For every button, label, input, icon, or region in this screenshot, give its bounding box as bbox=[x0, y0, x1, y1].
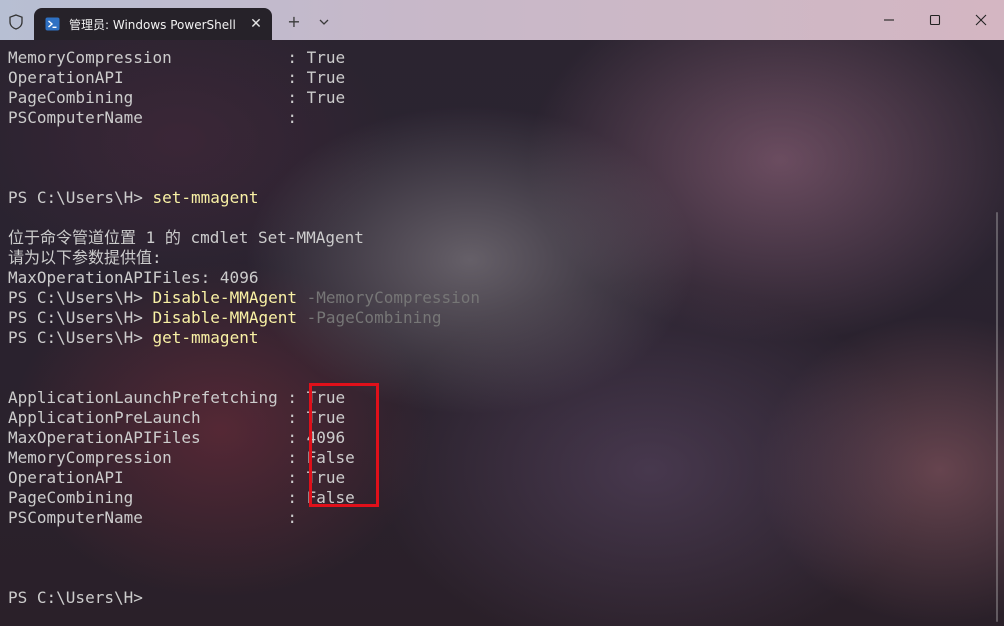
terminal-window: 管理员: Windows PowerShell ✕ + MemoryCompre… bbox=[0, 0, 1004, 626]
output-line: 请为以下参数提供值: bbox=[8, 248, 162, 267]
output-line: ApplicationLaunchPrefetching : True bbox=[8, 388, 346, 407]
minimize-button[interactable] bbox=[866, 0, 912, 40]
tab-close-button[interactable]: ✕ bbox=[246, 14, 266, 34]
output-line: PageCombining : True bbox=[8, 88, 346, 107]
prompt: PS C:\Users\H> bbox=[8, 288, 153, 307]
close-button[interactable] bbox=[958, 0, 1004, 40]
output-line: 位于命令管道位置 1 的 cmdlet Set-MMAgent bbox=[8, 228, 364, 247]
prompt-line[interactable]: PS C:\Users\H> bbox=[8, 588, 143, 608]
prompt: PS C:\Users\H> bbox=[8, 188, 153, 207]
terminal-output[interactable]: MemoryCompression : True OperationAPI : … bbox=[0, 40, 1004, 626]
maximize-button[interactable] bbox=[912, 0, 958, 40]
values-highlight-box bbox=[309, 383, 379, 507]
prompt: PS C:\Users\H> bbox=[8, 308, 153, 327]
prompt: PS C:\Users\H> bbox=[8, 328, 153, 347]
prompt-line: PS C:\Users\H> Disable-MMAgent -PageComb… bbox=[8, 308, 442, 328]
output-line: MemoryCompression : True bbox=[8, 48, 346, 67]
output-line: MemoryCompression : False bbox=[8, 448, 355, 467]
close-icon bbox=[975, 14, 987, 26]
tab-title: 管理员: Windows PowerShell bbox=[69, 18, 236, 32]
minimize-icon bbox=[884, 19, 894, 21]
output-line: PSComputerName : bbox=[8, 508, 297, 527]
prompt-line: PS C:\Users\H> get-mmagent bbox=[8, 328, 258, 348]
command: set-mmagent bbox=[152, 188, 259, 207]
output-line: ApplicationPreLaunch : True bbox=[8, 408, 346, 427]
tab-powershell[interactable]: 管理员: Windows PowerShell ✕ bbox=[34, 8, 272, 40]
output-line: OperationAPI : True bbox=[8, 468, 346, 487]
parameter: -MemoryCompression bbox=[297, 288, 481, 307]
command: Disable-MMAgent bbox=[152, 308, 298, 327]
prompt: PS C:\Users\H> bbox=[8, 588, 143, 607]
maximize-icon bbox=[929, 14, 941, 26]
command: Disable-MMAgent bbox=[152, 288, 298, 307]
output-line: PageCombining : False bbox=[8, 488, 355, 507]
output-line: MaxOperationAPIFiles : 4096 bbox=[8, 428, 346, 447]
powershell-icon bbox=[45, 17, 60, 31]
prompt-line: PS C:\Users\H> Disable-MMAgent -MemoryCo… bbox=[8, 288, 480, 308]
output-line: OperationAPI : True bbox=[8, 68, 346, 87]
new-tab-button[interactable]: + bbox=[284, 12, 304, 32]
prompt-line: PS C:\Users\H> set-mmagent bbox=[8, 188, 258, 208]
command: get-mmagent bbox=[152, 328, 259, 347]
shield-icon bbox=[9, 14, 23, 30]
scrollbar[interactable] bbox=[996, 212, 998, 622]
chevron-down-icon[interactable] bbox=[314, 12, 334, 32]
output-line: MaxOperationAPIFiles: 4096 bbox=[8, 268, 259, 287]
title-bar[interactable]: 管理员: Windows PowerShell ✕ + bbox=[0, 0, 1004, 40]
parameter: -PageCombining bbox=[297, 308, 442, 327]
output-line: PSComputerName : bbox=[8, 108, 297, 127]
